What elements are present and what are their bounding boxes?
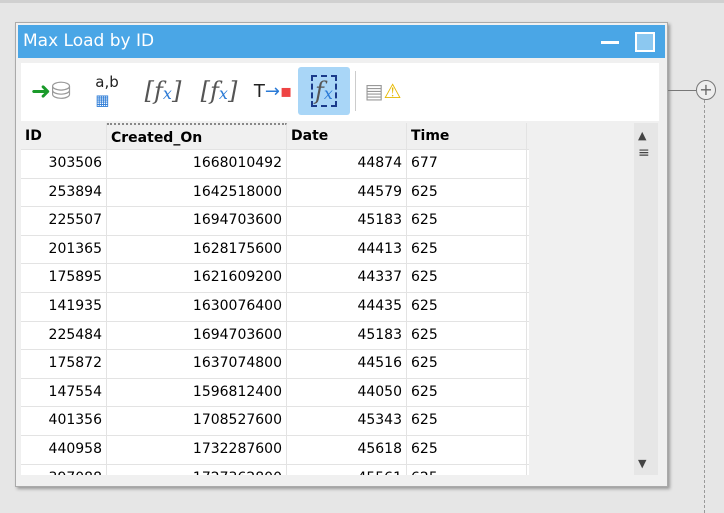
cell-date: 45618 [287, 435, 407, 464]
table-row[interactable]: 175895 1621609200 44337 625 [21, 264, 529, 293]
table-row[interactable]: 303506 1668010492 44874 677 [21, 150, 529, 179]
cell-created-on: 1621609200 [107, 264, 287, 292]
data-validation-warning-icon: ▤⚠ [364, 79, 402, 103]
cell-date: 44413 [287, 235, 407, 264]
data-validation-button[interactable]: ▤⚠ [357, 67, 409, 115]
cell-date: 45183 [287, 321, 407, 350]
formula-button-1[interactable]: [fx] [137, 67, 189, 115]
cell-created-on: 1694703600 [107, 321, 287, 350]
column-header-id[interactable]: ID [21, 123, 107, 149]
table-row[interactable]: 141935 1630076400 44435 625 [21, 292, 529, 322]
cell-created-on: 1596812400 [107, 378, 287, 407]
cell-time: 677 [407, 150, 527, 178]
cell-id: 141935 [21, 292, 107, 321]
table-row[interactable]: 401356 1708527600 45343 625 [21, 407, 529, 436]
rename-columns-button[interactable]: a,b ▦ [81, 67, 133, 115]
cell-created-on: 1642518000 [107, 178, 287, 207]
cell-id: 175895 [21, 264, 107, 292]
cell-id: 175872 [21, 350, 107, 378]
import-data-button[interactable]: ➜⛁ [25, 67, 77, 115]
cell-id: 397088 [21, 464, 107, 475]
table-row[interactable]: 201365 1628175600 44413 625 [21, 235, 529, 265]
formula-icon: [fx] [200, 77, 238, 105]
formula-active-button[interactable]: fx [298, 67, 350, 115]
data-grid: ID Created_On Date Time 303506 1668010492… [21, 123, 529, 475]
cell-id: 201365 [21, 235, 107, 264]
cell-created-on: 1694703600 [107, 207, 287, 235]
add-connection-icon[interactable]: + [696, 80, 716, 100]
cell-date: 45561 [287, 464, 407, 475]
formula-icon: [fx] [144, 77, 182, 105]
cell-time: 625 [407, 464, 527, 475]
cell-time: 625 [407, 178, 527, 207]
toolbar: ➜⛁ a,b ▦ [fx] [fx] T→▪ fx ▤⚠ [21, 63, 659, 121]
cell-time: 625 [407, 235, 527, 264]
cell-date: 45343 [287, 407, 407, 435]
cell-created-on: 1727362800 [107, 464, 287, 475]
cell-time: 625 [407, 207, 527, 235]
rename-columns-icon: a,b ▦ [95, 73, 119, 109]
connector-line [668, 90, 696, 91]
dotted-guide-line [704, 100, 705, 513]
scroll-thumb[interactable]: ≡ [638, 145, 650, 161]
cell-created-on: 1732287600 [107, 435, 287, 464]
cell-date: 44516 [287, 350, 407, 378]
table-row[interactable]: 175872 1637074800 44516 625 [21, 350, 529, 379]
cell-date: 44579 [287, 178, 407, 207]
column-header-date[interactable]: Date [287, 123, 407, 149]
cell-time: 625 [407, 350, 527, 378]
cell-time: 625 [407, 264, 527, 292]
cell-id: 225507 [21, 207, 107, 235]
cell-id: 253894 [21, 178, 107, 207]
formula-active-icon: fx [311, 75, 337, 107]
cell-created-on: 1630076400 [107, 292, 287, 321]
column-header-created-on[interactable]: Created_On [107, 123, 287, 149]
cell-created-on: 1628175600 [107, 235, 287, 264]
title-bar[interactable]: Max Load by ID [18, 25, 665, 58]
table-row[interactable]: 147554 1596812400 44050 625 [21, 378, 529, 408]
cell-created-on: 1708527600 [107, 407, 287, 435]
cell-created-on: 1637074800 [107, 350, 287, 378]
scroll-down-icon[interactable]: ▼ [638, 457, 646, 470]
column-header-time[interactable]: Time [407, 123, 527, 149]
top-border [0, 0, 724, 3]
cell-date: 44050 [287, 378, 407, 407]
cell-date: 45183 [287, 207, 407, 235]
vertical-scrollbar[interactable]: ▲ ≡ ▼ [634, 123, 658, 475]
cell-time: 625 [407, 378, 527, 407]
cell-date: 44337 [287, 264, 407, 292]
cell-date: 44874 [287, 150, 407, 178]
window-title: Max Load by ID [23, 31, 155, 51]
cell-time: 625 [407, 321, 527, 350]
table-row[interactable]: 397088172736280045561625 [21, 464, 529, 475]
table-row[interactable]: 225484 1694703600 45183 625 [21, 321, 529, 351]
cell-time: 625 [407, 435, 527, 464]
cell-time: 625 [407, 407, 527, 435]
formula-button-2[interactable]: [fx] [193, 67, 245, 115]
text-to-columns-button[interactable]: T→▪ [247, 67, 299, 115]
toolbar-divider [355, 71, 356, 111]
cell-id: 401356 [21, 407, 107, 435]
minimize-button[interactable] [601, 41, 619, 44]
cell-time: 625 [407, 292, 527, 321]
text-to-columns-icon: T→▪ [253, 80, 293, 102]
cell-id: 225484 [21, 321, 107, 350]
cell-id: 303506 [21, 150, 107, 178]
table-row[interactable]: 253894 1642518000 44579 625 [21, 178, 529, 208]
scroll-up-icon[interactable]: ▲ [638, 129, 646, 142]
cell-created-on: 1668010492 [107, 150, 287, 178]
maximize-button[interactable] [635, 32, 655, 52]
header-row: ID Created_On Date Time [21, 123, 529, 150]
tool-window: Max Load by ID ➜⛁ a,b ▦ [fx] [fx] T→▪ fx … [15, 22, 668, 487]
cell-id: 147554 [21, 378, 107, 407]
cell-id: 440958 [21, 435, 107, 464]
table-row[interactable]: 440958 1732287600 45618 625 [21, 435, 529, 465]
import-data-icon: ➜⛁ [30, 77, 72, 105]
cell-date: 44435 [287, 292, 407, 321]
table-row[interactable]: 225507 1694703600 45183 625 [21, 207, 529, 236]
